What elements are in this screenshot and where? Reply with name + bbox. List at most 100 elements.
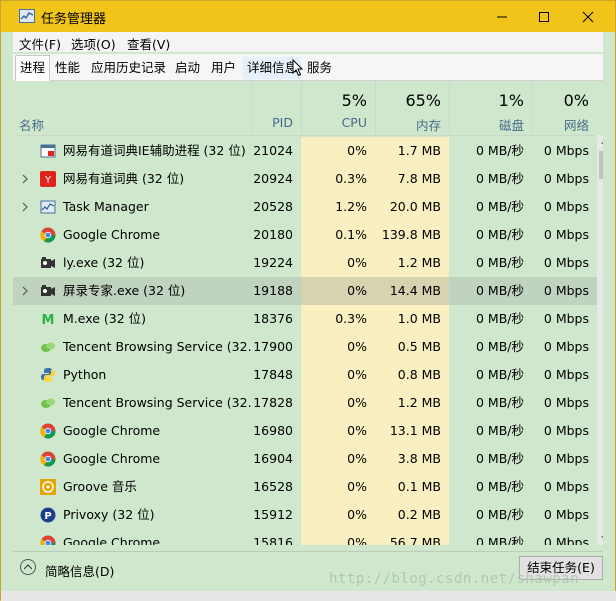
table-row[interactable]: Groove 音乐 16528 0% 0.1 MB 0 MB/秒 0 Mbps <box>13 473 597 501</box>
process-network: 0 Mbps <box>543 283 589 298</box>
process-cpu: 0% <box>301 529 375 545</box>
table-row[interactable]: Tencent Browsing Service (32... 17900 0% 0.… <box>13 333 597 361</box>
process-network: 0 Mbps <box>543 367 589 382</box>
process-name: Privoxy (32 位) <box>63 507 155 522</box>
process-name: Google Chrome <box>63 227 161 242</box>
process-name: Groove 音乐 <box>63 479 137 494</box>
process-cpu: 0% <box>301 249 375 277</box>
col-pid[interactable]: PID <box>251 81 301 135</box>
minimize-button[interactable] <box>479 1 525 32</box>
watermark-text: http://blog.csdn.net/shawpan <box>329 571 580 587</box>
tab-strip: 进程 性能 应用历史记录 启动 用户 详细信息 服务 <box>13 54 603 81</box>
menu-options[interactable]: 选项(O) <box>71 34 116 53</box>
vertical-scrollbar[interactable] <box>597 135 603 545</box>
table-row[interactable]: Google Chrome 16904 0% 3.8 MB 0 MB/秒 0 Mbps <box>13 445 597 473</box>
maximize-button[interactable] <box>521 1 567 32</box>
process-disk: 0 MB/秒 <box>476 507 524 522</box>
process-memory: 0.8 MB <box>375 361 449 389</box>
table-row[interactable]: Task Manager 20528 1.2% 20.0 MB 0 MB/秒 0 Mbps <box>13 193 597 221</box>
process-network: 0 Mbps <box>543 143 589 158</box>
col-memory[interactable]: 65% 内存 <box>375 81 449 135</box>
process-pid: 20180 <box>253 227 293 242</box>
process-cpu: 0% <box>301 277 375 305</box>
process-pid: 21024 <box>253 143 293 158</box>
process-pid: 16528 <box>253 479 293 494</box>
process-name: Tencent Browsing Service (32... <box>63 339 251 354</box>
process-network: 0 Mbps <box>543 423 589 438</box>
process-name: 网易有道词典IE辅助进程 (32 位) <box>63 143 246 158</box>
process-network: 0 Mbps <box>543 199 589 214</box>
tab-app-history[interactable]: 应用历史记录 <box>87 57 170 79</box>
table-row[interactable]: Google Chrome 15816 0% 56.7 MB 0 MB/秒 0 Mbps <box>13 529 597 545</box>
process-pid: 20924 <box>253 171 293 186</box>
title-bar[interactable]: 任务管理器 <box>1 1 615 32</box>
fewer-details-link[interactable]: 简略信息(D) <box>45 561 114 580</box>
table-row[interactable]: Tencent Browsing Service (32... 17828 0% 1.… <box>13 389 597 417</box>
process-pid: 19224 <box>253 255 293 270</box>
process-cpu: 0% <box>301 473 375 501</box>
process-cpu: 0% <box>301 137 375 165</box>
process-cpu: 0% <box>301 501 375 529</box>
process-name: Tencent Browsing Service (32... <box>63 395 251 410</box>
process-memory: 1.2 MB <box>375 389 449 417</box>
process-cpu: 1.2% <box>301 193 375 221</box>
process-cpu: 0% <box>301 417 375 445</box>
collapse-icon[interactable] <box>20 559 36 575</box>
process-cpu: 0% <box>301 389 375 417</box>
process-network: 0 Mbps <box>543 171 589 186</box>
menu-file[interactable]: 文件(F) <box>19 34 61 53</box>
process-pid: 20528 <box>253 199 293 214</box>
process-name: 屏录专家.exe (32 位) <box>63 283 186 298</box>
table-row[interactable]: P Privoxy (32 位) 15912 0% 0.2 MB 0 MB/秒 0 Mbps <box>13 501 597 529</box>
table-row[interactable]: Python 17848 0% 0.8 MB 0 MB/秒 0 Mbps <box>13 361 597 389</box>
process-memory: 1.2 MB <box>375 249 449 277</box>
tab-services[interactable]: 服务 <box>303 57 336 79</box>
process-pid: 15912 <box>253 507 293 522</box>
table-row[interactable]: Y 网易有道词典 (32 位) 20924 0.3% 7.8 MB 0 MB/秒 0 Mbp… <box>13 165 597 193</box>
col-name[interactable]: 名称 <box>13 81 251 135</box>
process-memory: 3.8 MB <box>375 445 449 473</box>
process-disk: 0 MB/秒 <box>476 479 524 494</box>
col-disk[interactable]: 1% 磁盘 <box>449 81 532 135</box>
process-memory: 139.8 MB <box>375 221 449 249</box>
process-network: 0 Mbps <box>543 451 589 466</box>
process-disk: 0 MB/秒 <box>476 395 524 410</box>
table-row[interactable]: 屏录专家.exe (32 位) 19188 0% 14.4 MB 0 MB/秒 0 Mbp… <box>13 277 597 305</box>
process-disk: 0 MB/秒 <box>476 255 524 270</box>
scroll-down-icon[interactable] <box>601 536 603 541</box>
mouse-cursor-icon <box>292 59 304 77</box>
close-button[interactable] <box>565 1 611 32</box>
process-memory: 56.7 MB <box>375 529 449 545</box>
process-list: 名称 PID 5% CPU 65% 内存 1% 磁盘 0% 网络 网易有道词典IE辅助进… <box>13 81 603 545</box>
tab-performance[interactable]: 性能 <box>51 57 84 79</box>
col-network[interactable]: 0% 网络 <box>532 81 597 135</box>
tab-users[interactable]: 用户 <box>207 57 240 79</box>
process-memory: 20.0 MB <box>375 193 449 221</box>
window-title: 任务管理器 <box>41 12 107 27</box>
process-memory: 0.1 MB <box>375 473 449 501</box>
table-row[interactable]: Google Chrome 20180 0.1% 139.8 MB 0 MB/秒 0 Mb… <box>13 221 597 249</box>
process-pid: 17828 <box>253 395 293 410</box>
process-name: Task Manager <box>63 199 149 214</box>
table-row[interactable]: ly.exe (32 位) 19224 0% 1.2 MB 0 MB/秒 0 Mbps <box>13 249 597 277</box>
process-disk: 0 MB/秒 <box>476 199 524 214</box>
menu-bar: 文件(F) 选项(O) 查看(V) <box>13 32 603 52</box>
process-name: ly.exe (32 位) <box>63 255 145 270</box>
process-name: M.exe (32 位) <box>63 311 147 326</box>
process-disk: 0 MB/秒 <box>476 143 524 158</box>
menu-view[interactable]: 查看(V) <box>127 34 170 53</box>
tab-startup[interactable]: 启动 <box>171 57 204 79</box>
scroll-up-icon[interactable] <box>601 139 603 144</box>
task-manager-icon <box>19 9 35 23</box>
col-cpu[interactable]: 5% CPU <box>301 81 375 135</box>
process-memory: 1.0 MB <box>375 305 449 333</box>
process-disk: 0 MB/秒 <box>476 339 524 354</box>
table-row[interactable]: Google Chrome 16980 0% 13.1 MB 0 MB/秒 0 Mbps <box>13 417 597 445</box>
table-row[interactable]: 网易有道词典IE辅助进程 (32 位) 21024 0% 1.7 MB 0 MB/秒 0 … <box>13 137 597 165</box>
tab-processes[interactable]: 进程 <box>15 55 51 81</box>
scroll-thumb[interactable] <box>599 151 603 179</box>
process-pid: 17848 <box>253 367 293 382</box>
process-name: Python <box>63 367 107 382</box>
process-cpu: 0% <box>301 361 375 389</box>
table-row[interactable]: M M.exe (32 位) 18376 0.3% 1.0 MB 0 MB/秒 0 Mbps <box>13 305 597 333</box>
